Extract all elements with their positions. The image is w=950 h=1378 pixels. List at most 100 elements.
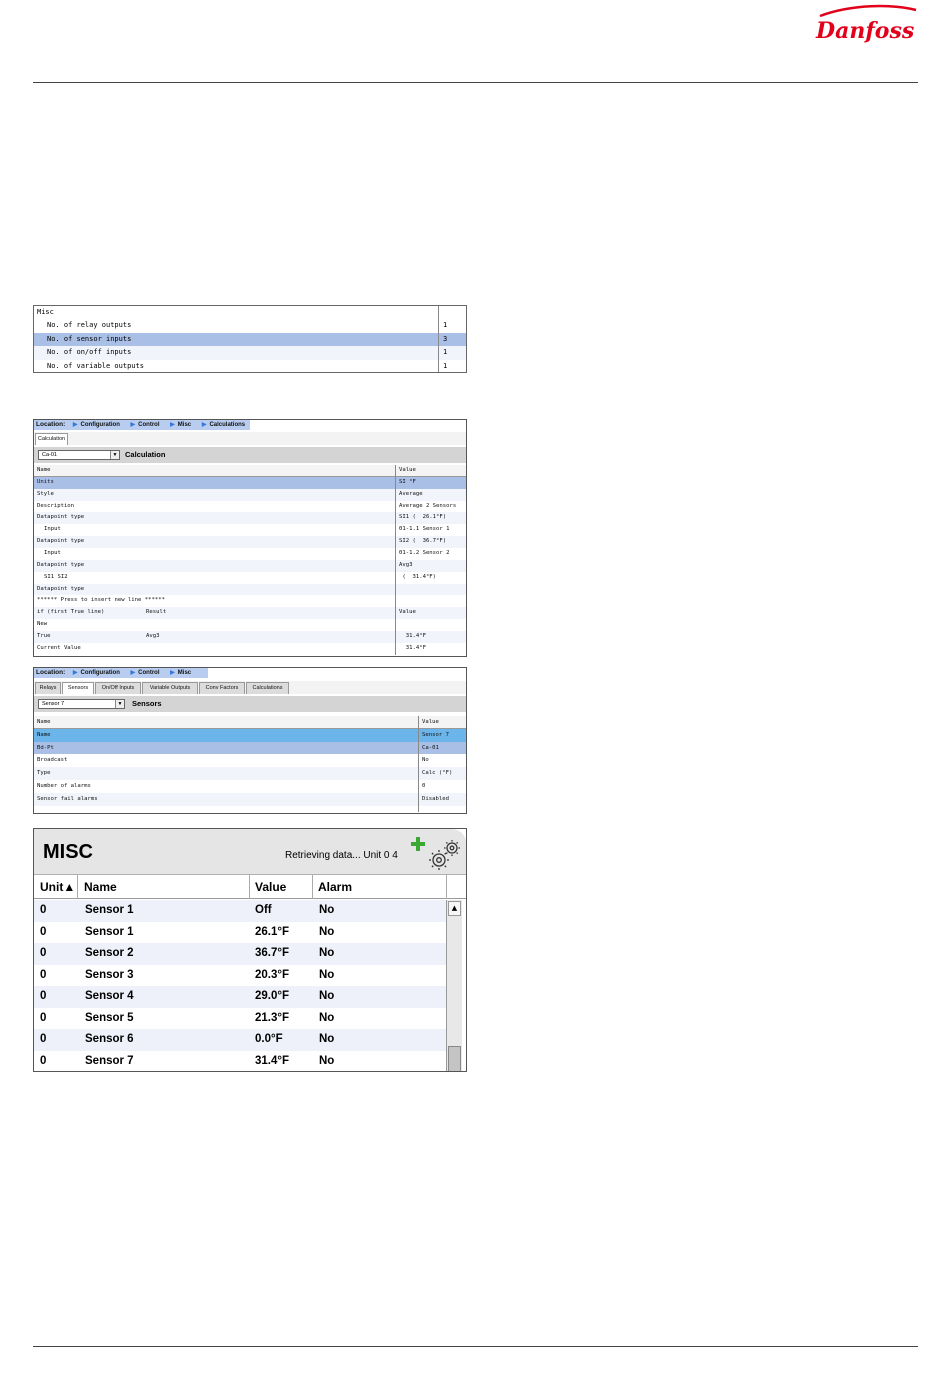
tab-variable-outputs[interactable]: Variable Outputs xyxy=(142,682,198,694)
grid-row[interactable]: Input 01-1.1 Sensor 1 xyxy=(34,524,466,536)
breadcrumb-item[interactable]: Configuration xyxy=(81,668,120,678)
column-header-name[interactable]: Name xyxy=(84,875,117,899)
misc-widget: MISC Retrieving data... Unit 0 4 Unit▲ N… xyxy=(33,828,467,1072)
column-header-value[interactable]: Value xyxy=(255,875,286,899)
tab-conv-factors[interactable]: Conv Factors xyxy=(199,682,245,694)
grid-row[interactable]: Number of alarms 0 xyxy=(34,780,466,793)
cell-value: 31.4°F xyxy=(255,1054,290,1067)
row-name: Number of alarms xyxy=(37,783,91,789)
table-row[interactable]: 0 Sensor 7 31.4°F No xyxy=(34,1051,446,1072)
cell-name: Sensor 7 xyxy=(85,1054,134,1067)
tab-bar: Relays Sensors On/Off Inputs Variable Ou… xyxy=(34,681,466,694)
calculation-dropdown[interactable]: Ca-01 ▼ xyxy=(38,450,120,460)
gear-icon[interactable] xyxy=(427,839,463,871)
row-name: Datapoint type xyxy=(37,585,85,592)
cell-value: 36.7°F xyxy=(255,947,290,959)
cell-alarm: No xyxy=(319,990,335,1002)
row-value: 1 xyxy=(443,321,448,330)
widget-header: MISC Retrieving data... Unit 0 4 xyxy=(34,829,466,875)
dropdown-value: Sensor 7 xyxy=(42,701,65,707)
grid-row[interactable]: Input 01-1.2 Sensor 2 xyxy=(34,548,466,560)
grid-row[interactable]: Units SI °F xyxy=(34,476,466,489)
row-value: Avg3 xyxy=(399,561,413,568)
grid-row[interactable]: Sensor fail alarms Disabled xyxy=(34,792,466,806)
grid-row[interactable]: Datapoint type SI2 ( 36.7°F) xyxy=(34,536,466,548)
grid-header: Name Value xyxy=(34,465,466,477)
tab-calculations[interactable]: Calculations xyxy=(246,682,289,694)
grid-row[interactable]: New xyxy=(34,619,466,631)
vertical-scrollbar[interactable]: ▲ xyxy=(446,900,462,1071)
column-header-alarm[interactable]: Alarm xyxy=(318,875,352,899)
misc-row[interactable]: No. of variable outputs 1 xyxy=(34,360,466,373)
breadcrumb-item[interactable]: Misc xyxy=(178,668,191,678)
grid-row[interactable]: Datapoint type xyxy=(34,583,466,596)
table-row[interactable]: 0 Sensor 4 29.0°F No xyxy=(34,986,446,1008)
grid-row[interactable]: ****** Press to insert new line ****** xyxy=(34,595,466,607)
cell-alarm: No xyxy=(319,1054,335,1067)
grid-row[interactable]: Current Value 31.4°F xyxy=(34,643,466,655)
tab-calculation[interactable]: Calculation xyxy=(35,433,68,445)
table-row[interactable]: 0 Sensor 2 36.7°F No xyxy=(34,943,446,965)
table-row[interactable]: 0 Sensor 1 26.1°F No xyxy=(34,922,446,944)
row-name: New xyxy=(37,621,48,628)
row-value: Value xyxy=(399,609,416,616)
row-name: Broadcast xyxy=(37,757,68,764)
row-label: No. of on/off inputs xyxy=(47,348,132,357)
breadcrumb-item[interactable]: Misc xyxy=(178,420,191,430)
chevron-down-icon[interactable]: ▼ xyxy=(110,451,119,459)
grid-row[interactable]: Name Sensor 7 xyxy=(34,728,466,742)
row-result: Avg3 xyxy=(146,632,160,639)
grid-row[interactable]: Bd-Pt Ca-01 xyxy=(34,741,466,755)
grid-row[interactable]: SI1 SI2 ( 31.4°F) xyxy=(34,572,466,584)
column-headers: Unit▲ Name Value Alarm xyxy=(34,875,466,899)
grid-row[interactable]: Description Average 2 Sensors xyxy=(34,501,466,513)
grid-row[interactable]: Datapoint type Avg3 xyxy=(34,559,466,572)
row-name: Datapoint type xyxy=(37,561,85,568)
breadcrumb-item[interactable]: Calculations xyxy=(209,420,245,430)
tab-relays[interactable]: Relays xyxy=(35,682,61,694)
screen-title: Sensors xyxy=(132,699,162,708)
row-value: Disabled xyxy=(422,795,449,802)
grid-row[interactable]: Type Calc (°F) xyxy=(34,767,466,780)
row-name: Datapoint type xyxy=(37,514,85,521)
arrow-right-icon: ▶ xyxy=(201,422,207,428)
misc-row[interactable]: No. of on/off inputs 1 xyxy=(34,346,466,360)
cell-unit: 0 xyxy=(40,990,47,1002)
misc-row-selected[interactable]: No. of sensor inputs 3 xyxy=(34,332,466,347)
table-row[interactable]: 0 Sensor 6 0.0°F No xyxy=(34,1029,446,1051)
grid-row[interactable]: Broadcast No xyxy=(34,754,466,767)
misc-row[interactable]: No. of relay outputs 1 xyxy=(34,319,466,332)
cell-value: 0.0°F xyxy=(255,1033,283,1045)
grid-row[interactable]: Style Average xyxy=(34,488,466,501)
add-icon[interactable] xyxy=(411,837,425,851)
grid-row[interactable]: Datapoint type SI1 ( 26.1°F) xyxy=(34,512,466,525)
breadcrumb-item[interactable]: Control xyxy=(138,668,159,678)
scroll-up-icon[interactable]: ▲ xyxy=(448,901,461,916)
row-value: Average 2 Sensors xyxy=(399,502,457,509)
cell-unit: 0 xyxy=(40,1033,47,1045)
table-row[interactable]: 0 Sensor 1 Off No xyxy=(34,900,446,922)
breadcrumb-item[interactable]: Configuration xyxy=(81,420,120,430)
tab-sensors[interactable]: Sensors xyxy=(62,682,94,694)
scroll-thumb[interactable] xyxy=(448,1046,461,1071)
cell-value: 29.0°F xyxy=(255,990,290,1002)
sensor-dropdown[interactable]: Sensor 7 ▼ xyxy=(38,699,125,709)
cell-name: Sensor 3 xyxy=(85,968,134,981)
breadcrumb-item[interactable]: Control xyxy=(138,420,159,430)
row-name: True xyxy=(37,632,51,639)
chevron-down-icon[interactable]: ▼ xyxy=(115,700,124,708)
cell-value: 26.1°F xyxy=(255,925,290,938)
row-name: Description xyxy=(37,502,75,509)
breadcrumb: Location: ▶ Configuration ▶ Control ▶ Misc … xyxy=(34,420,250,430)
row-result: Result xyxy=(146,609,167,616)
row-name: Datapoint type xyxy=(37,538,85,545)
grid-row[interactable]: True Avg3 31.4°F xyxy=(34,630,466,643)
table-row[interactable]: 0 Sensor 5 21.3°F No xyxy=(34,1008,446,1030)
misc-row[interactable]: Misc xyxy=(34,306,466,319)
column-header-unit[interactable]: Unit▲ xyxy=(40,875,75,899)
row-name: Units xyxy=(37,478,54,485)
grid-row[interactable]: if (first True line) Result Value xyxy=(34,607,466,620)
table-row[interactable]: 0 Sensor 3 20.3°F No xyxy=(34,965,446,987)
selector-bar: Sensor 7 ▼ Sensors xyxy=(34,696,466,712)
tab-on-off-inputs[interactable]: On/Off Inputs xyxy=(95,682,141,694)
